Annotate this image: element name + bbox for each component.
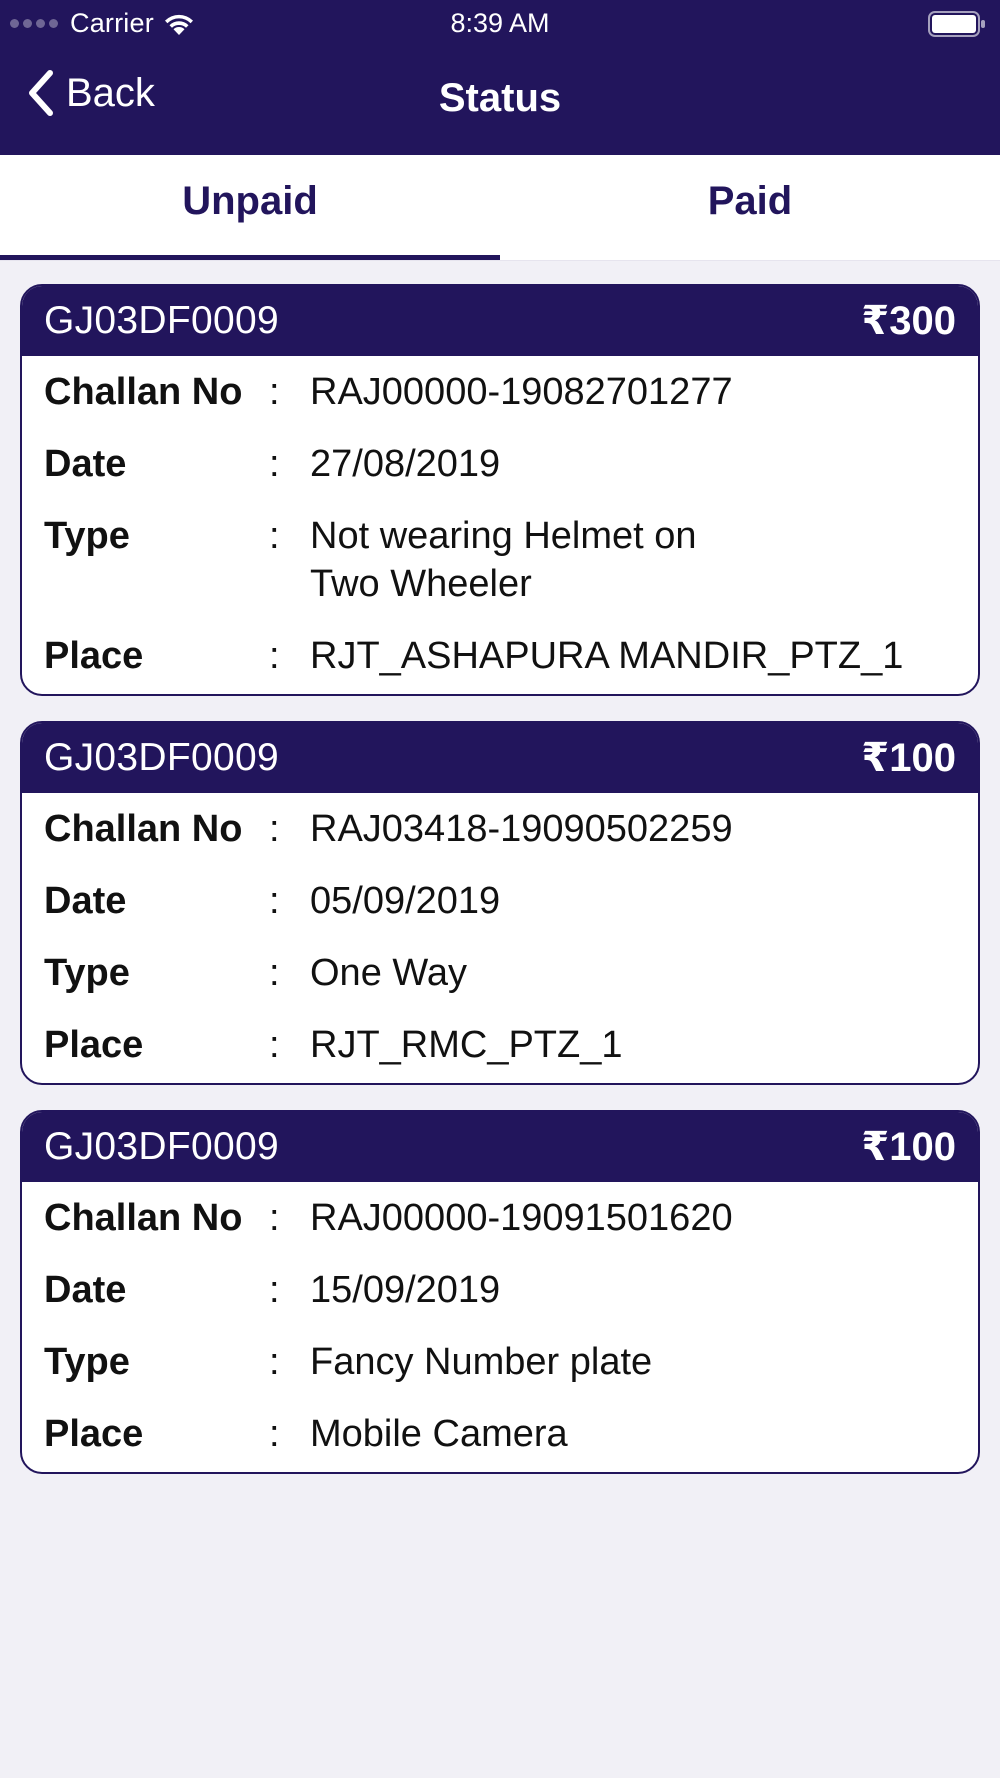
date-row: Date : 05/09/2019 bbox=[44, 877, 956, 925]
challan-card-body: Challan No : RAJ00000-19082701277 Date :… bbox=[22, 356, 978, 694]
separator: : bbox=[269, 1413, 280, 1455]
separator: : bbox=[269, 635, 280, 677]
separator: : bbox=[269, 952, 280, 994]
separator: : bbox=[269, 1269, 280, 1311]
type-label: Type bbox=[44, 952, 130, 994]
status-bar-time: 8:39 AM bbox=[450, 8, 550, 38]
fine-amount: ₹100 bbox=[861, 1125, 956, 1169]
header: Carrier 8:39 AM Back Status bbox=[0, 0, 1000, 155]
type-value: Fancy Number plate bbox=[310, 1341, 653, 1383]
vehicle-number: GJ03DF0009 bbox=[44, 299, 279, 342]
challan-no-value: RAJ03418-19090502259 bbox=[310, 808, 733, 850]
challan-card-header: GJ03DF0009 ₹100 bbox=[22, 723, 978, 793]
place-value: Mobile Camera bbox=[310, 1413, 568, 1455]
separator: : bbox=[269, 1197, 280, 1239]
date-label: Date bbox=[44, 880, 127, 922]
challan-list: GJ03DF0009 ₹300 Challan No : RAJ00000-19… bbox=[0, 261, 1000, 1474]
challan-card-body: Challan No : RAJ03418-19090502259 Date :… bbox=[22, 793, 978, 1083]
separator: : bbox=[269, 880, 280, 922]
challan-no-label: Challan No bbox=[44, 808, 243, 850]
type-label: Type bbox=[44, 1341, 130, 1383]
vehicle-number: GJ03DF0009 bbox=[44, 1125, 279, 1168]
separator: : bbox=[269, 1024, 280, 1066]
challan-no-row: Challan No : RAJ03418-19090502259 bbox=[44, 805, 956, 853]
challan-card-header: GJ03DF0009 ₹100 bbox=[22, 1112, 978, 1182]
battery-icon bbox=[928, 11, 985, 37]
place-row: Place : RJT_ASHAPURA MANDIR_PTZ_1 bbox=[44, 632, 956, 680]
type-value: One Way bbox=[310, 952, 467, 994]
place-row: Place : RJT_RMC_PTZ_1 bbox=[44, 1021, 956, 1069]
challan-no-label: Challan No bbox=[44, 1197, 243, 1239]
date-value: 15/09/2019 bbox=[310, 1269, 501, 1311]
challan-card[interactable]: GJ03DF0009 ₹100 Challan No : RAJ00000-19… bbox=[20, 1110, 980, 1474]
date-row: Date : 27/08/2019 bbox=[44, 440, 956, 488]
type-value: Not wearing Helmet on Two Wheeler bbox=[310, 515, 697, 605]
date-label: Date bbox=[44, 1269, 127, 1311]
challan-card-body: Challan No : RAJ00000-19091501620 Date :… bbox=[22, 1182, 978, 1472]
challan-card[interactable]: GJ03DF0009 ₹300 Challan No : RAJ00000-19… bbox=[20, 284, 980, 696]
fine-amount: ₹100 bbox=[861, 736, 956, 780]
date-row: Date : 15/09/2019 bbox=[44, 1266, 956, 1314]
place-row: Place : Mobile Camera bbox=[44, 1410, 956, 1458]
type-row: Type : One Way bbox=[44, 949, 956, 997]
date-value: 05/09/2019 bbox=[310, 880, 501, 922]
page-title: Status bbox=[438, 76, 562, 120]
date-label: Date bbox=[44, 443, 127, 485]
place-value: RJT_RMC_PTZ_1 bbox=[310, 1024, 623, 1066]
separator: : bbox=[269, 1341, 280, 1383]
fine-amount: ₹300 bbox=[861, 299, 956, 343]
separator: : bbox=[269, 515, 280, 557]
challan-no-value: RAJ00000-19082701277 bbox=[310, 371, 733, 413]
type-row: Type : Not wearing Helmet on Two Wheeler bbox=[44, 512, 956, 608]
challan-card[interactable]: GJ03DF0009 ₹100 Challan No : RAJ03418-19… bbox=[20, 721, 980, 1085]
tab-paid[interactable]: Paid bbox=[500, 155, 1000, 260]
type-row: Type : Fancy Number plate bbox=[44, 1338, 956, 1386]
separator: : bbox=[269, 443, 280, 485]
tab-bar: Unpaid Paid bbox=[0, 155, 1000, 261]
place-value: RJT_ASHAPURA MANDIR_PTZ_1 bbox=[310, 635, 904, 677]
vehicle-number: GJ03DF0009 bbox=[44, 736, 279, 779]
place-label: Place bbox=[44, 1413, 144, 1455]
challan-no-label: Challan No bbox=[44, 371, 243, 413]
challan-card-header: GJ03DF0009 ₹300 bbox=[22, 286, 978, 356]
separator: : bbox=[269, 808, 280, 850]
challan-no-value: RAJ00000-19091501620 bbox=[310, 1197, 733, 1239]
app-screen: Carrier 8:39 AM Back Status Unpaid Paid … bbox=[0, 0, 1000, 1778]
status-bar: Carrier 8:39 AM bbox=[0, 0, 1000, 48]
separator: : bbox=[269, 371, 280, 413]
date-value: 27/08/2019 bbox=[310, 443, 501, 485]
tab-unpaid[interactable]: Unpaid bbox=[0, 155, 500, 260]
nav-bar: Back Status bbox=[0, 48, 1000, 155]
type-label: Type bbox=[44, 515, 130, 557]
place-label: Place bbox=[44, 635, 144, 677]
place-label: Place bbox=[44, 1024, 144, 1066]
challan-no-row: Challan No : RAJ00000-19091501620 bbox=[44, 1194, 956, 1242]
challan-no-row: Challan No : RAJ00000-19082701277 bbox=[44, 368, 956, 416]
